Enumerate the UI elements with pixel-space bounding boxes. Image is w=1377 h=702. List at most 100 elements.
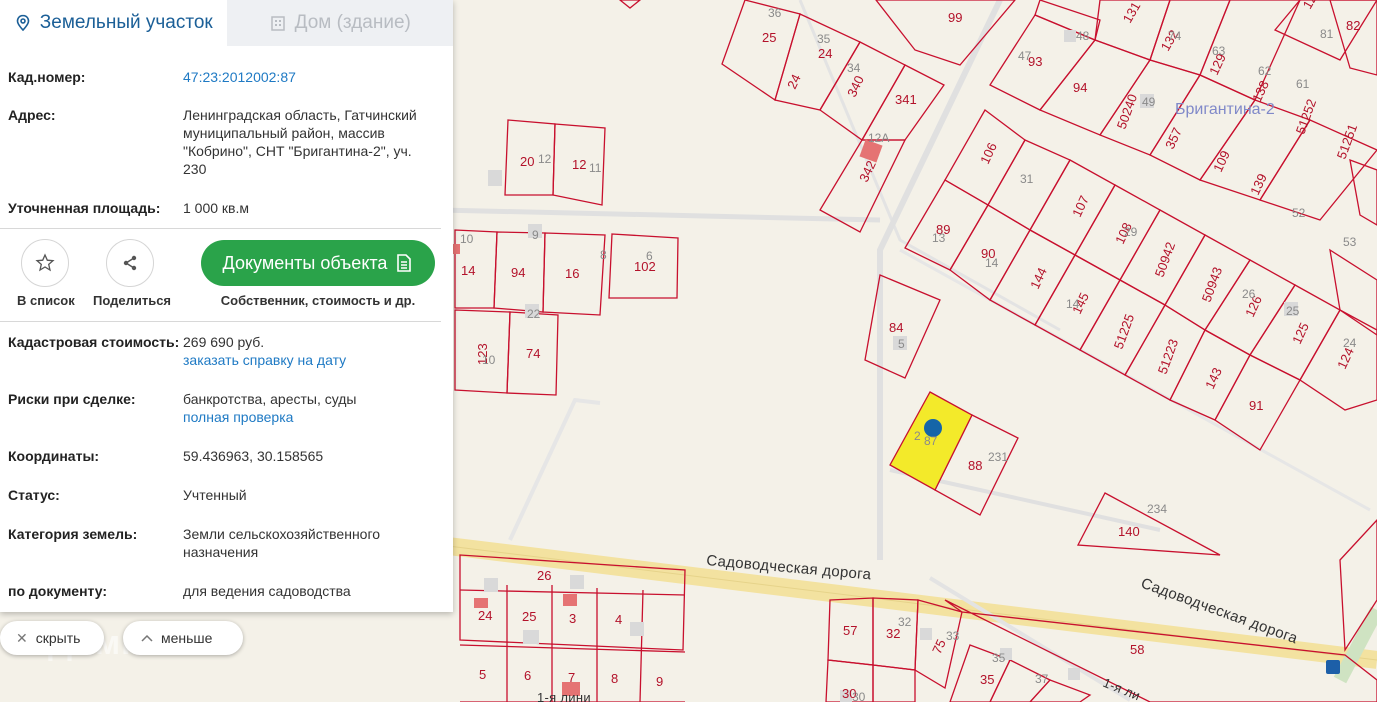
add-to-list-label: В список	[17, 293, 75, 308]
svg-text:8: 8	[600, 248, 607, 262]
svg-text:61: 61	[1296, 77, 1310, 91]
risks-label: Риски при сделке:	[8, 391, 136, 407]
svg-text:6: 6	[646, 249, 653, 263]
svg-text:29: 29	[1124, 225, 1138, 239]
svg-text:94: 94	[1073, 80, 1087, 95]
cost-row: Кадастровая стоимость: 269 690 руб. зака…	[0, 333, 453, 369]
permitted-use-label: по документу:	[8, 583, 108, 599]
info-panel: Земельный участок Дом (здание) Кад.номер…	[0, 0, 453, 612]
svg-text:11: 11	[589, 161, 602, 175]
svg-text:37: 37	[1035, 672, 1049, 686]
svg-text:35: 35	[980, 672, 994, 687]
svg-text:6: 6	[524, 668, 531, 683]
tab-house[interactable]: Дом (здание)	[226, 0, 453, 46]
document-icon	[397, 254, 412, 272]
svg-text:91: 91	[1249, 398, 1263, 413]
divider	[0, 321, 441, 322]
svg-text:62: 62	[1258, 64, 1272, 78]
address-value: Ленинградская область, Гатчинский муници…	[183, 107, 417, 177]
svg-text:12: 12	[572, 157, 586, 172]
cad-number-link[interactable]: 47:23:2012002:87	[183, 69, 296, 85]
order-certificate-link[interactable]: заказать справку на дату	[183, 352, 346, 368]
svg-text:81: 81	[1320, 27, 1334, 41]
cad-number-label: Кад.номер:	[8, 69, 86, 85]
svg-text:25: 25	[522, 609, 536, 624]
svg-text:25: 25	[1286, 304, 1300, 318]
docs-subtitle: Собственник, стоимость и др.	[220, 293, 416, 308]
permitted-use-value: для ведения садоводства	[183, 583, 351, 599]
add-to-list-button[interactable]	[21, 239, 69, 287]
svg-text:14: 14	[461, 263, 475, 278]
svg-text:36: 36	[768, 6, 782, 20]
svg-text:35: 35	[992, 651, 1006, 665]
coords-label: Координаты:	[8, 448, 100, 464]
svg-text:25: 25	[762, 30, 776, 45]
cad-number-row: Кад.номер: 47:23:2012002:87	[0, 68, 453, 86]
tab-land-plot[interactable]: Земельный участок	[0, 0, 227, 46]
area-label: Уточненная площадь:	[8, 200, 161, 216]
svg-text:7: 7	[568, 670, 575, 685]
coords-value: 59.436963, 30.158565	[183, 448, 324, 464]
area-value: 1 000 кв.м	[183, 200, 250, 216]
svg-text:94: 94	[511, 265, 525, 280]
tab-house-label: Дом (здание)	[294, 12, 411, 33]
svg-text:12: 12	[538, 152, 552, 166]
svg-text:30: 30	[852, 690, 866, 702]
svg-text:82: 82	[1346, 18, 1360, 33]
status-row: Статус: Учтенный	[0, 486, 453, 504]
collapse-panel-button[interactable]: меньше	[123, 621, 243, 655]
close-icon: ✕	[16, 629, 28, 646]
svg-text:32: 32	[898, 615, 912, 629]
location-pin-icon	[16, 14, 30, 32]
svg-text:35: 35	[817, 32, 831, 46]
svg-text:10: 10	[460, 232, 474, 246]
svg-text:99: 99	[948, 10, 962, 25]
hide-label: скрыть	[35, 630, 81, 646]
svg-text:48: 48	[1076, 29, 1090, 43]
svg-text:34: 34	[847, 61, 861, 75]
full-check-link[interactable]: полная проверка	[183, 409, 293, 425]
area-row: Уточненная площадь: 1 000 кв.м	[0, 199, 453, 217]
svg-text:52: 52	[1292, 206, 1306, 220]
svg-text:57: 57	[843, 623, 857, 638]
svg-text:12А: 12А	[868, 131, 889, 145]
risks-row: Риски при сделке: банкротства, аресты, с…	[0, 390, 453, 426]
svg-text:53: 53	[1343, 235, 1357, 249]
svg-text:22: 22	[527, 307, 541, 321]
svg-text:2: 2	[914, 429, 921, 443]
svg-text:341: 341	[895, 92, 917, 107]
panel-tabs: Земельный участок Дом (здание)	[0, 0, 453, 46]
svg-text:20: 20	[520, 154, 534, 169]
tab-land-plot-label: Земельный участок	[39, 12, 213, 33]
address-label: Адрес:	[8, 107, 56, 123]
svg-text:4: 4	[615, 612, 622, 627]
svg-text:3: 3	[569, 611, 576, 626]
svg-text:16: 16	[565, 266, 579, 281]
svg-text:14: 14	[1066, 297, 1080, 311]
coords-row: Координаты: 59.436963, 30.158565	[0, 447, 453, 465]
chevron-up-icon	[141, 634, 153, 642]
svg-text:9: 9	[656, 674, 663, 689]
svg-text:5: 5	[898, 337, 905, 351]
status-value: Учтенный	[183, 487, 247, 503]
share-button[interactable]	[106, 239, 154, 287]
hide-panel-button[interactable]: ✕ скрыть	[0, 621, 104, 655]
svg-text:31: 31	[1020, 172, 1034, 186]
category-value: Земли сельскохозяйственного назначения	[183, 526, 381, 560]
category-row: Категория земель: Земли сельскохозяйстве…	[0, 525, 453, 561]
cost-value: 269 690 руб.	[183, 334, 265, 350]
svg-text:13: 13	[932, 231, 946, 245]
svg-text:47: 47	[1018, 49, 1032, 63]
building-icon	[270, 16, 285, 31]
svg-text:8: 8	[611, 671, 618, 686]
star-icon	[35, 253, 55, 272]
svg-text:26: 26	[1242, 287, 1256, 301]
object-documents-button[interactable]: Документы объекта	[201, 240, 435, 286]
svg-text:87: 87	[924, 434, 938, 448]
svg-text:88: 88	[968, 458, 982, 473]
snt-area-label: Бригантина-2	[1175, 101, 1275, 118]
cost-label: Кадастровая стоимость:	[8, 334, 180, 350]
svg-text:14: 14	[985, 256, 999, 270]
svg-text:58: 58	[1130, 642, 1144, 657]
svg-text:234: 234	[1147, 502, 1167, 516]
